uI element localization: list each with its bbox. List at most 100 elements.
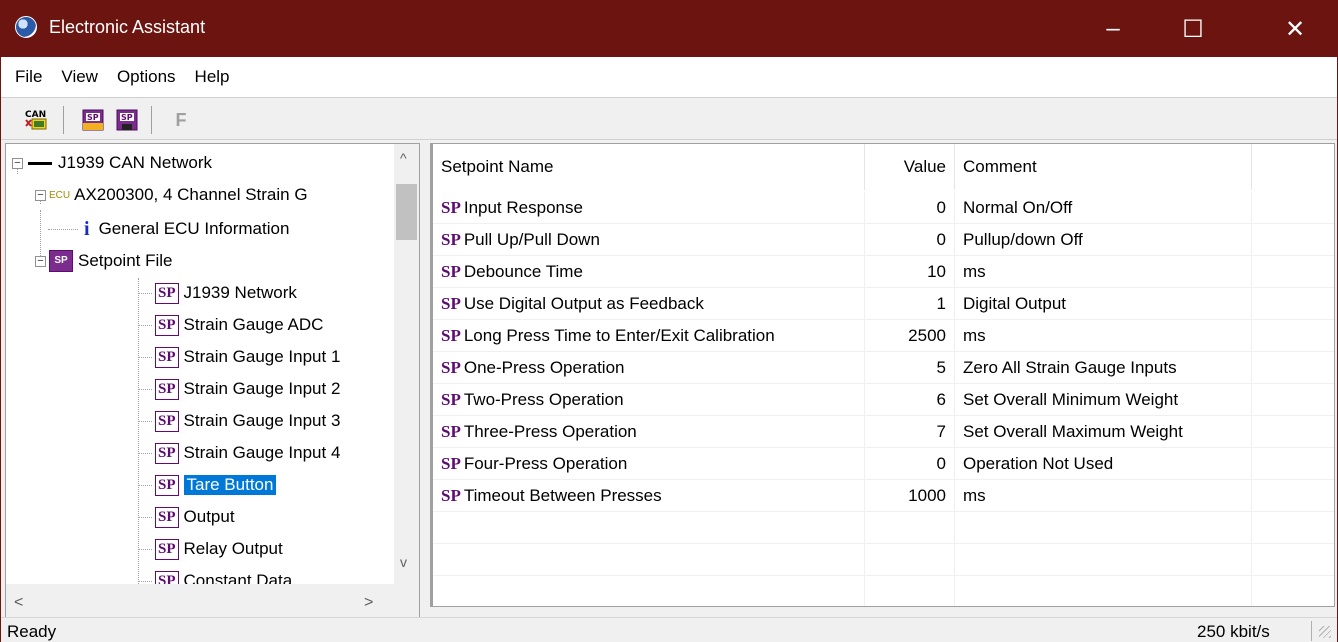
can-bitrate: 250 kbit/s <box>1197 622 1270 641</box>
table-header: Setpoint Name Value Comment <box>433 144 1334 190</box>
setpoint-value-cell: 0 <box>865 192 955 224</box>
save-setpoint-file-icon: SP <box>116 109 138 131</box>
collapse-toggle[interactable]: − <box>35 255 46 267</box>
setpoint-icon: SP <box>155 346 179 368</box>
save-setpoint-file-button[interactable]: SP <box>113 106 141 134</box>
setpoint-icon: SP <box>441 486 461 505</box>
setpoint-icon: SP <box>441 294 461 313</box>
setpoint-value-cell: 7 <box>865 416 955 448</box>
tree-line <box>138 484 152 486</box>
app-logo-icon <box>15 16 37 38</box>
setpoint-icon: SP <box>155 410 179 432</box>
resize-grip-icon[interactable] <box>1319 626 1331 638</box>
tree-label: Strain Gauge Input 4 <box>183 443 341 462</box>
tree-item-setpoint-group[interactable]: SP J1939 Network <box>138 278 297 308</box>
table-row[interactable]: SP Input Response 0 Normal On/Off <box>433 192 1334 224</box>
tree-vertical-scrollbar[interactable]: ^ v <box>394 144 419 584</box>
tree-item-network[interactable]: − J1939 CAN Network <box>12 148 212 178</box>
column-header-comment[interactable]: Comment <box>955 144 1252 190</box>
setpoint-comment-cell: ms <box>955 480 1252 512</box>
tree-line <box>138 516 152 518</box>
ecu-icon: ECU <box>49 189 71 201</box>
scroll-down-icon[interactable]: v <box>400 554 407 570</box>
setpoint-icon: SP <box>441 422 461 441</box>
flash-f-button[interactable]: F <box>167 106 195 134</box>
column-header-setpoint-name[interactable]: Setpoint Name <box>433 144 865 190</box>
open-setpoint-file-icon: SP <box>82 109 104 131</box>
tree-label: General ECU Information <box>98 219 290 238</box>
table-row[interactable]: SP Debounce Time 10 ms <box>433 256 1334 288</box>
table-row[interactable]: SP Pull Up/Pull Down 0 Pullup/down Off <box>433 224 1334 256</box>
menu-help[interactable]: Help <box>187 57 238 97</box>
menu-options[interactable]: Options <box>109 57 184 97</box>
tree-item-setpoint-group[interactable]: SP Strain Gauge Input 3 <box>138 406 340 436</box>
tree-label: Setpoint File <box>78 251 173 270</box>
setpoint-name-cell: SP Three-Press Operation <box>433 416 865 448</box>
tree-line <box>138 324 152 326</box>
tree-line <box>48 228 78 230</box>
title-bar[interactable]: Electronic Assistant – ☐ ✕ <box>1 1 1337 57</box>
setpoint-name-cell <box>433 512 865 544</box>
table-row[interactable]: SP Three-Press Operation 7 Set Overall Maxi… <box>433 416 1334 448</box>
setpoint-name-cell: SP Input Response <box>433 192 865 224</box>
svg-text:SP: SP <box>87 113 99 122</box>
scroll-right-icon[interactable]: > <box>364 594 373 612</box>
table-row[interactable]: SP Use Digital Output as Feedback 1 Digital… <box>433 288 1334 320</box>
tree-item-setpoint-group[interactable]: SP Tare Button <box>138 470 277 500</box>
menu-file[interactable]: File <box>7 57 50 97</box>
collapse-toggle[interactable]: − <box>12 157 23 169</box>
tree-item-setpoint-group[interactable]: SP Strain Gauge Input 1 <box>138 342 340 372</box>
tree-item-setpoint-group[interactable]: SP Relay Output <box>138 534 283 564</box>
tree-item-setpoint-group[interactable]: SP Strain Gauge ADC <box>138 310 323 340</box>
table-row[interactable]: SP Two-Press Operation 6 Set Overall Minimu… <box>433 384 1334 416</box>
pane-splitter[interactable] <box>422 143 430 627</box>
open-setpoint-file-button[interactable]: SP <box>79 106 107 134</box>
tree-item-setpoint-group[interactable]: SP Strain Gauge Input 4 <box>138 438 340 468</box>
table-row[interactable]: SP One-Press Operation 5 Zero All Strain Ga… <box>433 352 1334 384</box>
setpoint-comment-cell <box>955 544 1252 576</box>
setpoint-name: Four-Press Operation <box>463 454 628 473</box>
column-header-value[interactable]: Value <box>865 144 955 190</box>
table-row[interactable]: SP Long Press Time to Enter/Exit Calibrat… <box>433 320 1334 352</box>
setpoint-comment-cell: ms <box>955 320 1252 352</box>
can-network-button[interactable]: CAN <box>21 106 49 134</box>
scroll-left-icon[interactable]: < <box>14 594 23 612</box>
setpoint-comment-cell: Set Overall Maximum Weight <box>955 416 1252 448</box>
collapse-toggle[interactable]: − <box>35 189 46 201</box>
table-row <box>433 544 1334 576</box>
setpoint-icon: SP <box>441 454 461 473</box>
setpoint-icon: SP <box>155 314 179 336</box>
setpoint-name: One-Press Operation <box>463 358 625 377</box>
tree-line <box>138 452 152 454</box>
tree-item-setpoint-group[interactable]: SP Strain Gauge Input 2 <box>138 374 340 404</box>
window-title: Electronic Assistant <box>49 17 206 37</box>
scroll-up-icon[interactable]: ^ <box>400 150 407 166</box>
table-row[interactable]: SP Four-Press Operation 0 Operation Not Use… <box>433 448 1334 480</box>
tree-line <box>138 548 152 550</box>
setpoint-name-cell: SP Use Digital Output as Feedback <box>433 288 865 320</box>
tree-item-setpoint-group[interactable]: SP Output <box>138 502 235 532</box>
setpoint-name-cell <box>433 576 865 606</box>
setpoint-name-cell: SP Long Press Time to Enter/Exit Calibrat… <box>433 320 865 352</box>
tree-label: J1939 Network <box>183 283 297 302</box>
tree-line <box>138 356 152 358</box>
maximize-button[interactable]: ☐ <box>1161 1 1225 57</box>
table-row[interactable]: SP Timeout Between Presses 1000 ms <box>433 480 1334 512</box>
setpoint-comment-cell: Normal On/Off <box>955 192 1252 224</box>
tree-label: Output <box>183 507 235 526</box>
setpoint-table[interactable]: Setpoint Name Value Comment SP Input Resp… <box>430 143 1335 607</box>
scroll-thumb[interactable] <box>396 184 417 240</box>
minimize-button[interactable]: – <box>1081 1 1145 57</box>
tree-item-ecu[interactable]: − ECU AX200300, 4 Channel Strain G <box>35 180 308 210</box>
setpoint-comment-cell: ms <box>955 256 1252 288</box>
tree-item-setpoint-file[interactable]: − SP Setpoint File <box>35 246 173 276</box>
setpoint-icon: SP <box>155 378 179 400</box>
tree-label: Tare Button <box>183 475 277 495</box>
setpoint-name: Use Digital Output as Feedback <box>463 294 704 313</box>
ecu-tree[interactable]: − J1939 CAN Network − ECU AX200300, 4 Ch… <box>5 143 420 627</box>
tree-item-general-info[interactable]: i General ECU Information <box>48 214 289 244</box>
close-button[interactable]: ✕ <box>1263 1 1327 57</box>
menu-view[interactable]: View <box>53 57 106 97</box>
setpoint-comment-cell: Pullup/down Off <box>955 224 1252 256</box>
setpoint-name: Input Response <box>463 198 583 217</box>
